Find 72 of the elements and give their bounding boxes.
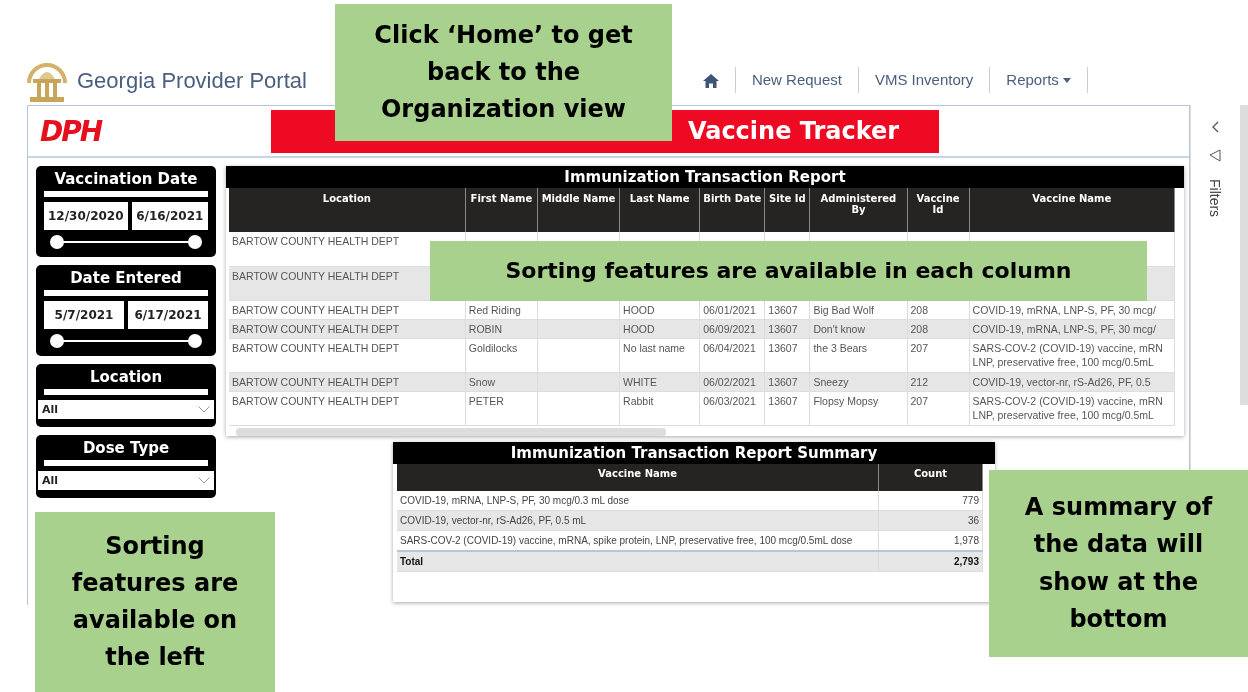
table-cell: BARTOW COUNTY HEALTH DEPT bbox=[229, 391, 466, 426]
slicer-title: Date Entered bbox=[69, 269, 183, 287]
slicer-title: Vaccination Date bbox=[53, 170, 199, 188]
column-header[interactable]: Administered By bbox=[809, 188, 907, 232]
dropdown-field[interactable]: All bbox=[38, 400, 214, 419]
table-title: Immunization Transaction Report bbox=[226, 166, 1184, 188]
slider-handle[interactable] bbox=[50, 235, 64, 249]
column-header[interactable]: First Name bbox=[465, 188, 538, 232]
date-field[interactable]: 6/17/2021 bbox=[128, 301, 208, 329]
table-cell: BARTOW COUNTY HEALTH DEPT bbox=[229, 338, 466, 373]
table-cell: COVID-19, vector-nr, rS-Ad26, PF, 0.5 mL bbox=[397, 510, 879, 531]
total-value: 2,793 bbox=[878, 551, 983, 572]
table-cell: 207 bbox=[907, 338, 970, 373]
table-cell: COVID-19, mRNA, LNP-S, PF, 30 mcg/0.3 mL dose bbox=[397, 491, 879, 511]
date-field[interactable]: 6/16/2021 bbox=[131, 202, 208, 230]
column-header[interactable]: Count bbox=[878, 464, 983, 491]
dropdown-field[interactable]: All bbox=[38, 471, 214, 490]
callout: Sorting features are available on the left bbox=[35, 512, 275, 692]
table-cell: Goldilocks bbox=[465, 338, 538, 373]
home-icon bbox=[702, 73, 719, 88]
table-cell: 06/04/2021 bbox=[699, 338, 765, 373]
slider-handle[interactable] bbox=[50, 334, 64, 348]
table-cell: 207 bbox=[907, 391, 970, 426]
table-cell: Flopsy Mopsy bbox=[809, 391, 907, 426]
scrollbar[interactable] bbox=[1240, 105, 1248, 405]
slicer-title: Location bbox=[88, 368, 164, 386]
chevron-down-icon bbox=[198, 477, 210, 484]
total-label: Total bbox=[397, 551, 879, 572]
callout: Sorting features are available in each column bbox=[430, 241, 1147, 301]
slider-handle[interactable] bbox=[188, 235, 202, 249]
dph-logo: DPH bbox=[40, 114, 102, 148]
range-slider[interactable] bbox=[50, 235, 202, 249]
nav-link[interactable]: VMS Inventory bbox=[858, 66, 991, 94]
slicer-title: Dose Type bbox=[81, 439, 171, 457]
table-cell: 13607 bbox=[764, 391, 810, 426]
column-header[interactable]: Vaccine Name bbox=[397, 464, 879, 491]
horizontal-scrollbar[interactable] bbox=[236, 428, 666, 436]
table-cell: 779 bbox=[878, 491, 983, 511]
table-cell: No last name bbox=[619, 338, 700, 373]
column-header[interactable]: Middle Name bbox=[537, 188, 620, 232]
table-cell: 06/03/2021 bbox=[699, 391, 765, 426]
callout: Click ‘Home’ to get back to the Organization view bbox=[335, 4, 672, 141]
chevron-down-icon bbox=[198, 406, 210, 413]
dropdown-value: All bbox=[42, 474, 59, 487]
reports-dropdown[interactable]: Reports bbox=[990, 66, 1088, 94]
table-cell: PETER bbox=[465, 391, 538, 426]
nav-link[interactable]: New Request bbox=[735, 66, 859, 94]
callout: A summary of the data will show at the bottom bbox=[989, 470, 1248, 657]
table-cell: 13607 bbox=[764, 338, 810, 373]
table-cell: BARTOW COUNTY HEALTH DEPT bbox=[229, 372, 466, 392]
table-cell: the 3 Bears bbox=[809, 338, 907, 373]
caret-icon bbox=[1063, 78, 1071, 84]
table-cell: SARS-COV-2 (COVID-19) vaccine, mRN LNP, preservative free, 100 mcg/0.5mL bbox=[969, 391, 1175, 426]
table-cell: Rabbit bbox=[619, 391, 700, 426]
chevron-left-icon[interactable] bbox=[1210, 121, 1219, 133]
range-slider[interactable] bbox=[50, 334, 202, 348]
table-cell: SARS-COV-2 (COVID-19) vaccine, mRN LNP, preservative free, 100 mcg/0.5mL bbox=[969, 338, 1175, 373]
filters-label[interactable]: Filters bbox=[1204, 179, 1226, 218]
table-cell: BARTOW COUNTY HEALTH DEPT bbox=[229, 319, 466, 339]
slider-handle[interactable] bbox=[188, 334, 202, 348]
dropdown-value: All bbox=[42, 403, 59, 416]
column-header[interactable]: Site Id bbox=[764, 188, 810, 232]
date-field[interactable]: 12/30/2020 bbox=[44, 202, 128, 230]
column-header[interactable]: Last Name bbox=[619, 188, 700, 232]
filter-icon bbox=[1208, 149, 1221, 163]
summary-title: Immunization Transaction Report Summary bbox=[393, 442, 995, 464]
column-header[interactable]: Birth Date bbox=[699, 188, 765, 232]
column-header[interactable]: Vaccine Name bbox=[969, 188, 1175, 232]
portal-title: Georgia Provider Portal bbox=[77, 66, 307, 95]
column-header[interactable]: Vaccine Id bbox=[907, 188, 970, 232]
column-header[interactable]: Location bbox=[229, 188, 466, 232]
date-field[interactable]: 5/7/2021 bbox=[44, 301, 124, 329]
